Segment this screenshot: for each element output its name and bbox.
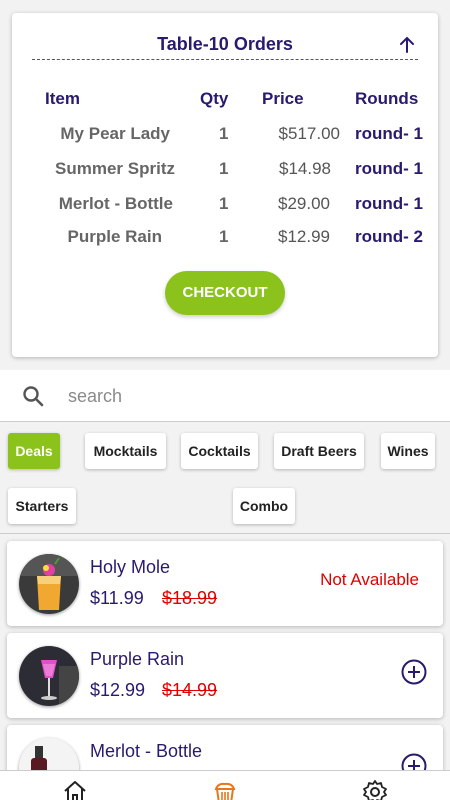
- drink-thumbnail: [19, 646, 79, 706]
- order-row-price: $29.00: [278, 194, 330, 213]
- order-row-round: round- 2: [355, 227, 423, 246]
- home-icon[interactable]: [62, 779, 88, 800]
- order-summary-card: Table-10 Orders Item Qty Price Rounds My…: [12, 13, 438, 357]
- order-title: Table-10 Orders: [32, 34, 418, 60]
- category-wines[interactable]: Wines: [381, 433, 435, 469]
- order-row-item: Merlot - Bottle: [58, 194, 173, 213]
- menu-item-name: Purple Rain: [90, 649, 185, 669]
- menu-item-price: $11.99: [90, 588, 144, 608]
- search-icon: [23, 386, 44, 407]
- divider: [0, 533, 450, 534]
- category-draft-beers[interactable]: Draft Beers: [274, 433, 364, 469]
- menu-item-name: Holy Mole: [90, 557, 171, 577]
- header-price: Price: [262, 89, 304, 108]
- availability-status: Not Available: [320, 570, 419, 589]
- search-bar: [0, 370, 450, 422]
- add-item-icon[interactable]: [401, 659, 427, 685]
- order-row-price: $517.00: [278, 124, 340, 143]
- order-row-round: round- 1: [355, 159, 423, 178]
- category-starters[interactable]: Starters: [8, 488, 76, 524]
- checkout-button[interactable]: CHECKOUT: [165, 271, 285, 315]
- menu-item-price: $12.99: [90, 680, 146, 700]
- order-row-item: Purple Rain: [67, 227, 162, 246]
- order-row-qty: 1: [219, 194, 229, 213]
- category-mocktails[interactable]: Mocktails: [85, 433, 166, 469]
- menu-item-card[interactable]: Purple Rain $12.99 $14.99: [7, 633, 443, 718]
- category-combo[interactable]: Combo: [233, 488, 295, 524]
- order-row-round: round- 1: [355, 194, 423, 213]
- order-row-qty: 1: [219, 124, 229, 143]
- order-row-qty: 1: [219, 227, 229, 246]
- order-row-item: My Pear Lady: [60, 124, 170, 143]
- menu-item-old-price: $14.99: [162, 680, 218, 700]
- header-qty: Qty: [200, 89, 229, 108]
- bottom-navigation: [0, 770, 450, 800]
- header-item: Item: [45, 89, 80, 108]
- collapse-arrow-icon[interactable]: [396, 34, 418, 56]
- order-row-round: round- 1: [355, 124, 423, 143]
- status-strip: [0, 0, 450, 6]
- menu-item-name: Merlot - Bottle: [90, 741, 203, 761]
- header-rounds: Rounds: [355, 89, 419, 108]
- settings-icon[interactable]: [362, 779, 388, 800]
- menu-icon[interactable]: [212, 779, 238, 800]
- category-deals[interactable]: Deals: [8, 433, 60, 469]
- order-row-item: Summer Spritz: [55, 159, 175, 178]
- menu-item-old-price: $18.99: [162, 588, 218, 608]
- order-row-price: $14.98: [279, 159, 331, 178]
- order-row-qty: 1: [219, 159, 229, 178]
- search-input[interactable]: [68, 383, 428, 409]
- category-cocktails[interactable]: Cocktails: [181, 433, 258, 469]
- menu-item-card[interactable]: Holy Mole $11.99 $18.99 Not Available: [7, 541, 443, 626]
- drink-thumbnail: [19, 554, 79, 614]
- order-row-price: $12.99: [278, 227, 330, 246]
